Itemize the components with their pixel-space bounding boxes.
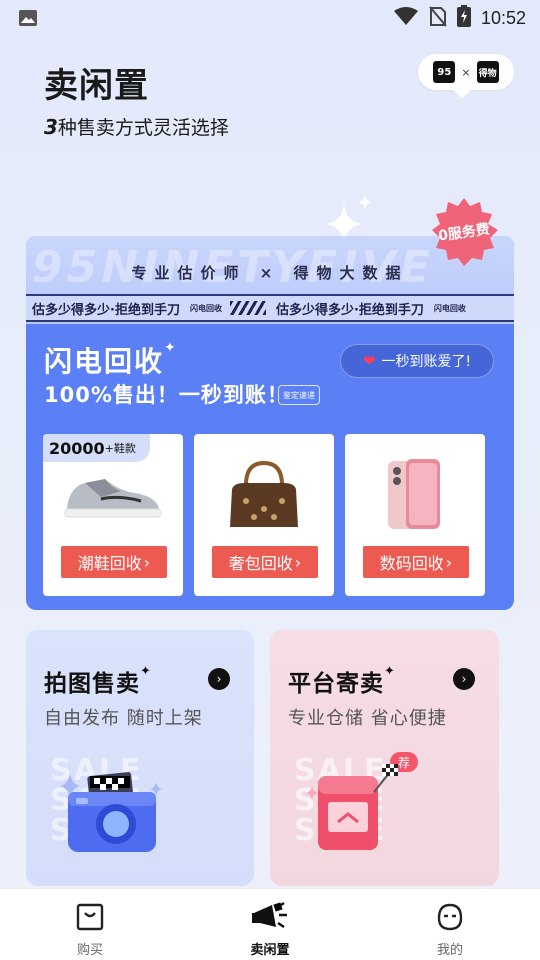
ticker-tiny: 闪电回收 <box>189 303 222 313</box>
chevron-right-icon[interactable]: › <box>453 668 475 690</box>
tag-number: 20000 <box>49 438 105 458</box>
sneaker-recycle-button[interactable]: 潮鞋回收 › <box>61 546 167 578</box>
photo-sell-title: 拍图售卖✦ <box>44 664 152 698</box>
stripe-decoration <box>229 301 266 315</box>
page-subtitle: 3种售卖方式灵活选择 <box>44 113 229 140</box>
mailbox-illustration <box>304 764 414 868</box>
bottom-tab-bar: 购买 卖闲置 我的 <box>0 888 540 960</box>
ninety-five-logo: 95 <box>433 61 456 83</box>
instant-pay-pill: ❤ 一秒到账爱了! <box>340 344 494 378</box>
phone-image <box>345 450 485 540</box>
consign-sell-desc: 专业仓储 省心便捷 <box>288 708 447 729</box>
button-label: 潮鞋回收 <box>77 554 142 573</box>
bag-recycle-button[interactable]: 奢包回收 › <box>212 546 318 578</box>
collab-badge[interactable]: 95 × 得物 <box>418 54 514 90</box>
flash-title-text: 闪电回收 <box>44 345 165 378</box>
tag-suffix: +鞋款 <box>104 442 136 455</box>
flash-subtitle-tag: 鉴定速递 <box>278 385 320 405</box>
collab-cross: × <box>461 65 471 79</box>
sneaker-image <box>43 450 183 540</box>
heart-icon: ❤ <box>362 352 376 370</box>
tab-sell[interactable]: 卖闲置 <box>180 889 360 960</box>
flash-subtitle: 100%售出！一秒到账！ <box>44 383 289 407</box>
status-bar: 10:52 <box>0 0 540 36</box>
flash-title: 闪电回收✦ <box>44 340 178 380</box>
tab-me[interactable]: 我的 <box>360 889 540 960</box>
ticker-banner: 估多少得多少·拒绝到手刀 闪电回收 估多少得多少·拒绝到手刀 闪电回收 <box>26 294 514 322</box>
pill-text: 一秒到账爱了! <box>381 354 472 370</box>
chevron-right-icon: › <box>294 552 302 572</box>
subtitle-text: 种售卖方式灵活选择 <box>57 117 229 139</box>
free-service-badge: 0服务费 <box>428 196 500 268</box>
tab-label: 我的 <box>436 943 463 958</box>
sparkle-icon: ✦ <box>164 340 178 356</box>
product-sneakers[interactable]: 20000 +鞋款 潮鞋回收 › <box>43 434 183 596</box>
card-title-text: 平台寄卖 <box>288 671 384 697</box>
ghost-face-icon <box>435 901 465 933</box>
product-digital[interactable]: 数码回收 › <box>345 434 485 596</box>
tab-buy[interactable]: 购买 <box>0 889 180 960</box>
product-tag: 20000 +鞋款 <box>43 434 150 462</box>
bag-image <box>194 450 334 540</box>
chevron-right-icon: › <box>445 552 453 572</box>
product-luxury-bag[interactable]: 奢包回收 › <box>194 434 334 596</box>
tab-label: 购买 <box>76 943 103 958</box>
photo-sell-card[interactable]: 拍图售卖✦ › 自由发布 随时上架 SALESALESALE <box>26 630 254 886</box>
sparkle-small-icon <box>358 194 372 214</box>
sparkle-icon: ✦ <box>140 664 152 679</box>
photo-sell-desc: 自由发布 随时上架 <box>44 708 203 729</box>
ticker-tiny-repeat: 闪电回收 <box>433 303 466 313</box>
gallery-icon <box>18 9 38 31</box>
ticker-text-repeat: 估多少得多少·拒绝到手刀 <box>275 302 424 318</box>
flash-recycle-card[interactable]: 95NINETYFIVE 专业估价师 × 得物大数据 估多少得多少·拒绝到手刀 … <box>26 236 514 610</box>
sparkle-icon: ✦ <box>384 664 396 679</box>
dewu-logo: 得物 <box>476 61 499 83</box>
shopping-bag-icon <box>75 901 105 933</box>
status-time: 10:52 <box>480 7 526 28</box>
consign-sell-card[interactable]: 平台寄卖✦ › 专业仓储 省心便捷 SALESALESALE 荐 <box>270 630 499 886</box>
wifi-icon <box>393 6 419 30</box>
battery-charging-icon <box>456 5 471 31</box>
subtitle-number: 3 <box>44 115 58 139</box>
ticker-text: 估多少得多少·拒绝到手刀 <box>32 302 180 318</box>
chevron-right-icon[interactable]: › <box>208 668 230 690</box>
megaphone-icon <box>250 901 290 933</box>
no-sim-icon <box>429 5 447 31</box>
tab-label: 卖闲置 <box>250 943 290 958</box>
button-label: 奢包回收 <box>228 554 293 573</box>
digital-recycle-button[interactable]: 数码回收 › <box>363 546 469 578</box>
card-title-text: 拍图售卖 <box>44 671 140 697</box>
page-title: 卖闲置 <box>44 66 149 106</box>
camera-illustration <box>60 764 170 868</box>
chevron-right-icon: › <box>143 552 151 572</box>
consign-sell-title: 平台寄卖✦ <box>288 664 396 698</box>
button-label: 数码回收 <box>379 554 444 573</box>
